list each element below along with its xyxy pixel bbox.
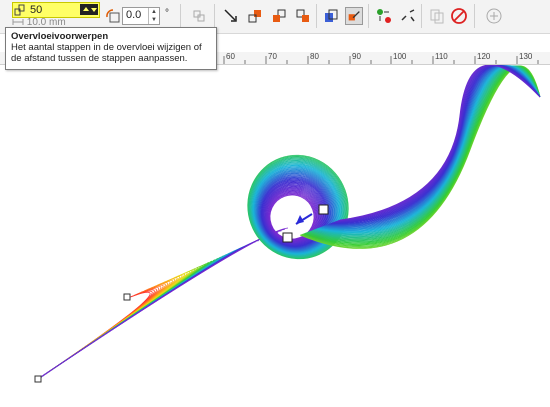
accelerate-sizes-icon[interactable] bbox=[323, 7, 341, 25]
blend-step-curve bbox=[37, 233, 275, 380]
blend-step-curve bbox=[37, 291, 151, 380]
blend-step-curve bbox=[37, 243, 253, 380]
blend-step-curve bbox=[37, 245, 246, 380]
blend-step-curve bbox=[37, 234, 272, 380]
blend-step-curve bbox=[37, 229, 285, 380]
blend-step-curve bbox=[37, 240, 259, 380]
blend-spacing-icon bbox=[12, 19, 24, 26]
color-blend-icon[interactable] bbox=[345, 7, 363, 25]
blend-rotation-input[interactable]: 0.0 bbox=[126, 9, 141, 21]
rotation-spinner[interactable]: ▲ ▼ bbox=[148, 8, 159, 24]
toolbar-separator bbox=[368, 4, 369, 28]
blend-steps-icon bbox=[14, 4, 25, 16]
blend-rotation-input-field[interactable]: 0.0 ▲ ▼ bbox=[122, 7, 160, 25]
copy-blend-icon[interactable] bbox=[428, 7, 446, 25]
counterclockwise-blend-icon[interactable] bbox=[270, 7, 288, 25]
blend-step-curve bbox=[37, 289, 155, 380]
blend-step-curve bbox=[37, 288, 157, 380]
blend-step-curve bbox=[37, 290, 153, 380]
blend-step-curve bbox=[37, 241, 256, 380]
toolbar-separator bbox=[474, 4, 475, 28]
blend-step-curve bbox=[37, 239, 262, 380]
blend-step-curve bbox=[37, 227, 289, 380]
tooltip: Overvloeivoorwerpen Het aantal stappen i… bbox=[5, 27, 217, 70]
clear-blend-icon[interactable] bbox=[450, 7, 468, 25]
blend-step-curve bbox=[37, 244, 250, 380]
blend-step-curve bbox=[37, 283, 166, 380]
blend-steps-input[interactable]: 50 bbox=[30, 3, 42, 17]
toolbar-separator bbox=[180, 4, 181, 28]
rotation-icon bbox=[106, 9, 120, 23]
drawing-canvas[interactable] bbox=[0, 65, 550, 407]
path-node[interactable] bbox=[34, 375, 42, 383]
toolbar-separator bbox=[421, 4, 422, 28]
blend-step-curve bbox=[37, 285, 162, 380]
path-properties-icon[interactable] bbox=[375, 7, 393, 25]
blend-object[interactable] bbox=[37, 65, 541, 380]
blend-start-handle[interactable] bbox=[282, 232, 293, 243]
blend-steps-field[interactable]: 50 bbox=[12, 2, 100, 18]
blend-step-curve bbox=[37, 247, 243, 380]
path-node[interactable] bbox=[123, 293, 131, 301]
direct-blend-icon[interactable] bbox=[222, 7, 240, 25]
blend-step-curve bbox=[37, 284, 164, 380]
blend-end-handle[interactable] bbox=[318, 204, 329, 215]
toolbar-separator bbox=[214, 4, 215, 28]
spinner-arrows-icon bbox=[83, 7, 97, 12]
blend-step-curve bbox=[37, 237, 266, 380]
loop-blend-icon[interactable] bbox=[190, 7, 208, 25]
degree-symbol: ° bbox=[165, 8, 169, 19]
blend-steps-spinner[interactable] bbox=[80, 4, 98, 15]
blend-step-curve bbox=[37, 236, 269, 380]
add-icon[interactable] bbox=[485, 7, 503, 25]
toolbar-separator bbox=[316, 4, 317, 28]
blend-step-curve bbox=[37, 231, 279, 380]
tooltip-body: Het aantal stappen in de overvloei wijzi… bbox=[11, 42, 202, 64]
tooltip-title: Overvloeivoorwerpen bbox=[11, 31, 109, 42]
clockwise-blend-icon[interactable] bbox=[246, 7, 264, 25]
blend-step-curve bbox=[37, 230, 282, 380]
more-blend-options-icon[interactable] bbox=[399, 7, 417, 25]
blend-step-curve bbox=[37, 287, 160, 380]
object-color-acceleration-icon[interactable] bbox=[294, 7, 312, 25]
